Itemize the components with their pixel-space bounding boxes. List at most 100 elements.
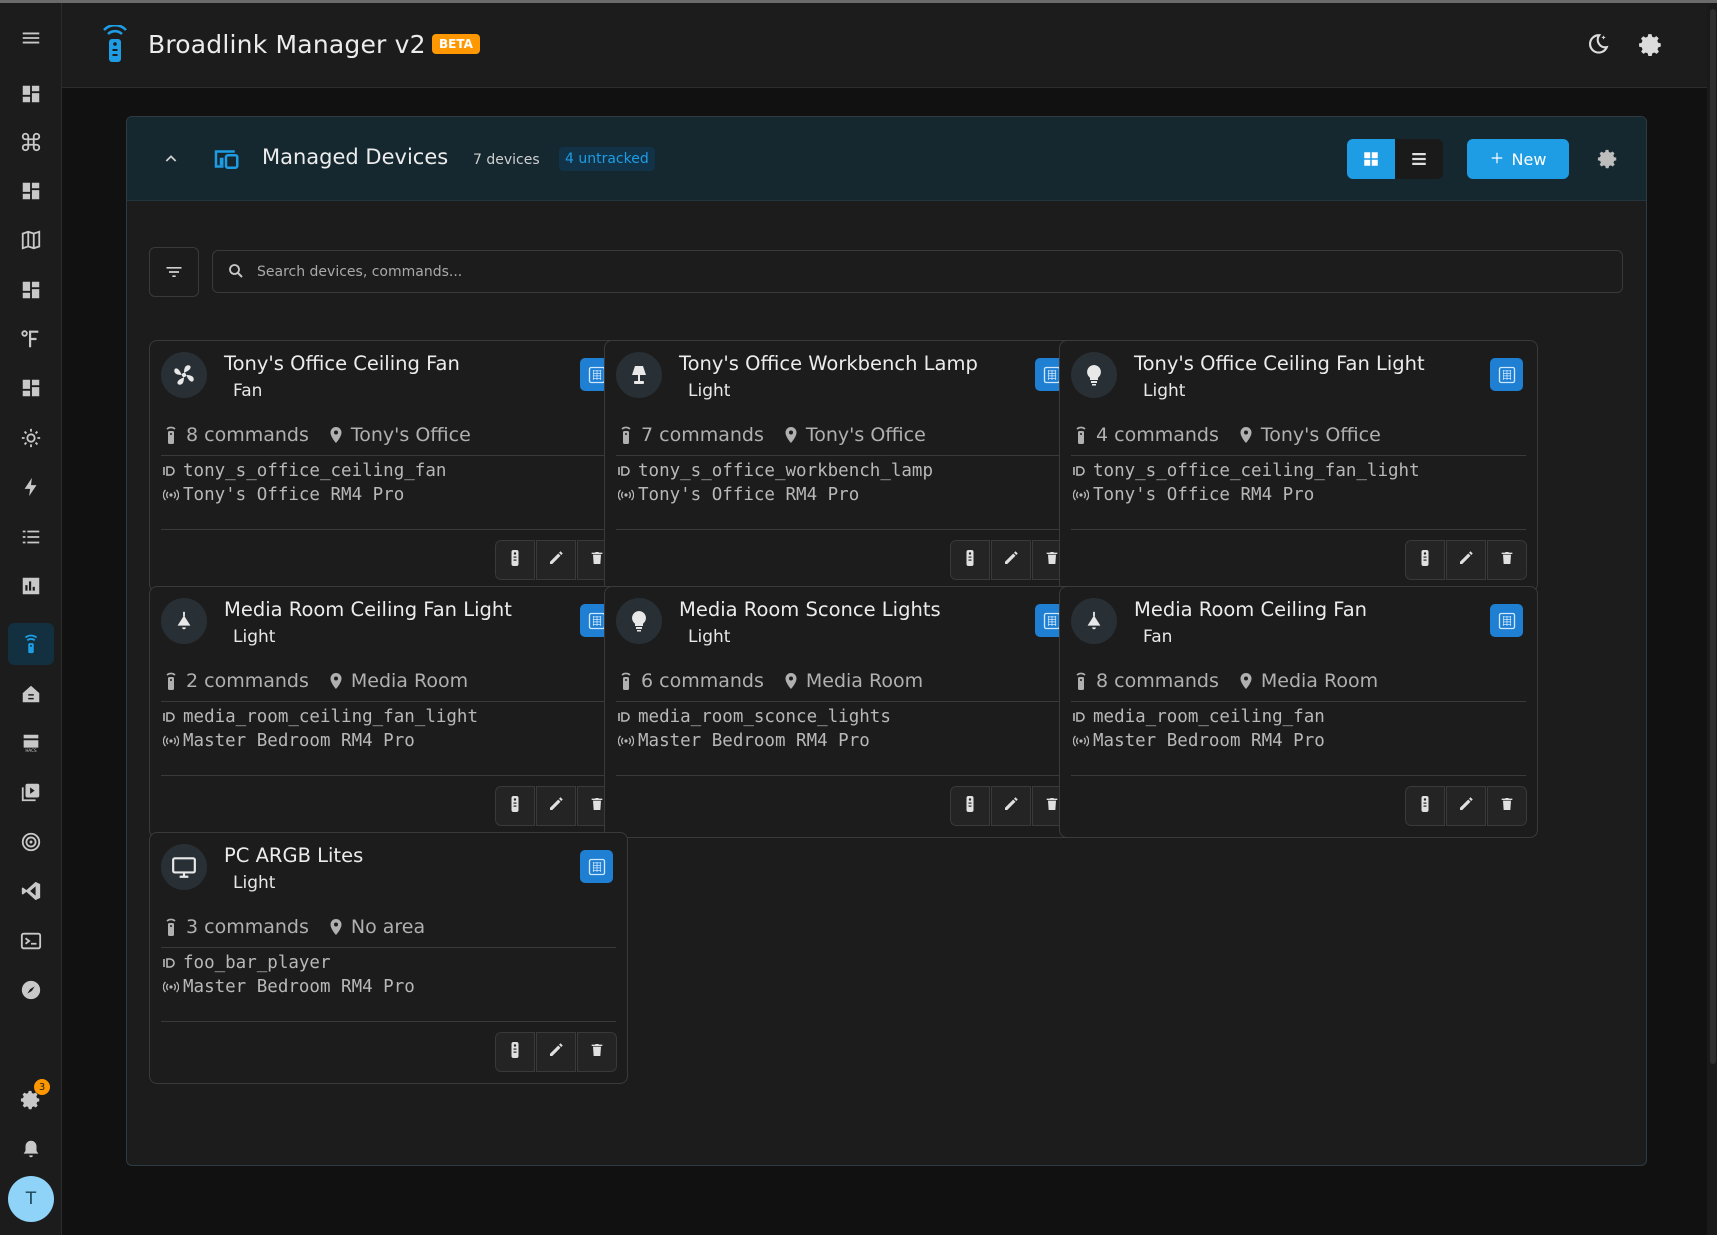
settings-icon[interactable]: 3 bbox=[8, 1079, 54, 1121]
avatar[interactable]: T bbox=[8, 1176, 54, 1222]
media-icon[interactable] bbox=[8, 771, 54, 813]
house-icon[interactable] bbox=[8, 673, 54, 715]
area-name: Media Room bbox=[805, 670, 924, 692]
command-icon[interactable] bbox=[8, 121, 54, 163]
device-meta: 8 commands Tony's Office bbox=[164, 424, 471, 446]
device-count: 7 devices bbox=[473, 152, 540, 168]
card-actions bbox=[495, 786, 617, 826]
vscode-icon[interactable] bbox=[8, 870, 54, 912]
device-card[interactable]: Media Room Sconce Lights Light 6 commands M… bbox=[604, 586, 1083, 838]
device-name[interactable]: Tony's Office Workbench Lamp bbox=[679, 352, 978, 375]
map-pin-icon bbox=[329, 426, 343, 444]
edit-button[interactable] bbox=[1446, 540, 1486, 580]
compass-icon[interactable] bbox=[8, 969, 54, 1011]
map-pin-icon bbox=[1239, 426, 1253, 444]
remote-commands-button[interactable] bbox=[495, 786, 535, 826]
scrollbar-thumb[interactable] bbox=[1710, 9, 1716, 1064]
chevron-up-icon[interactable] bbox=[157, 145, 185, 173]
app-window: HACS 3 T Broadlink Manager v2 BETA Manag… bbox=[0, 0, 1717, 1235]
device-name[interactable]: Media Room Ceiling Fan bbox=[1134, 598, 1367, 621]
fahrenheit-icon[interactable] bbox=[8, 318, 54, 360]
remote-commands-button[interactable] bbox=[495, 1032, 535, 1072]
device-card[interactable]: PC ARGB Lites Light 3 commands No area foo_b… bbox=[149, 832, 628, 1084]
remote-commands-button[interactable] bbox=[1405, 540, 1445, 580]
entity-id: tony_s_office_workbench_lamp bbox=[638, 461, 934, 481]
tracked-status-icon[interactable] bbox=[580, 850, 613, 883]
device-card[interactable]: Tony's Office Ceiling Fan Light Light 4 co… bbox=[1059, 340, 1538, 592]
list-view-button[interactable] bbox=[1395, 139, 1443, 179]
area-name: No area bbox=[350, 916, 426, 938]
device-name[interactable]: Tony's Office Ceiling Fan Light bbox=[1134, 352, 1425, 375]
device-card[interactable]: Media Room Ceiling Fan Light Light 2 comma… bbox=[149, 586, 628, 838]
tracked-status-icon[interactable] bbox=[1490, 358, 1523, 391]
beta-badge: BETA bbox=[432, 34, 480, 54]
untracked-badge[interactable]: 4 untracked bbox=[559, 147, 655, 171]
delete-button[interactable] bbox=[577, 1032, 617, 1072]
grid-view-button[interactable] bbox=[1347, 139, 1395, 179]
map-icon[interactable] bbox=[8, 219, 54, 261]
menu-icon[interactable] bbox=[8, 17, 54, 59]
edit-button[interactable] bbox=[991, 786, 1031, 826]
remote-commands-button[interactable] bbox=[950, 786, 990, 826]
dashboard-icon[interactable] bbox=[8, 73, 54, 115]
terminal-icon[interactable] bbox=[8, 920, 54, 962]
divider bbox=[616, 529, 1071, 530]
edit-button[interactable] bbox=[536, 786, 576, 826]
list-icon[interactable] bbox=[8, 516, 54, 558]
device-name[interactable]: Media Room Ceiling Fan Light bbox=[224, 598, 512, 621]
settings-icon[interactable] bbox=[1635, 29, 1667, 61]
device-meta: 2 commands Media Room bbox=[164, 670, 468, 692]
card-actions bbox=[950, 540, 1072, 580]
divider bbox=[1071, 455, 1526, 456]
dashboard-icon[interactable] bbox=[8, 170, 54, 212]
bell-icon[interactable] bbox=[8, 1128, 54, 1170]
device-name[interactable]: PC ARGB Lites bbox=[224, 844, 363, 867]
dashboard-icon[interactable] bbox=[8, 269, 54, 311]
entity-id-row: tony_s_office_ceiling_fan bbox=[163, 461, 446, 481]
edit-button[interactable] bbox=[536, 1032, 576, 1072]
edit-button[interactable] bbox=[1446, 786, 1486, 826]
theme-toggle-moon-icon[interactable] bbox=[1581, 29, 1613, 61]
device-name[interactable]: Tony's Office Ceiling Fan bbox=[224, 352, 460, 375]
lightning-icon[interactable] bbox=[8, 466, 54, 508]
divider bbox=[161, 701, 616, 702]
remote-icon bbox=[1074, 425, 1088, 445]
filter-button[interactable] bbox=[149, 247, 199, 297]
remote-row: Master Bedroom RM4 Pro bbox=[163, 731, 415, 751]
device-card[interactable]: Tony's Office Workbench Lamp Light 7 comma… bbox=[604, 340, 1083, 592]
entity-id-row: media_room_ceiling_fan bbox=[1073, 707, 1325, 727]
panel-settings-icon[interactable] bbox=[1594, 145, 1622, 173]
entity-id: media_room_ceiling_fan bbox=[1093, 707, 1325, 727]
delete-button[interactable] bbox=[1487, 786, 1527, 826]
radar-icon[interactable] bbox=[8, 821, 54, 863]
new-device-button[interactable]: New bbox=[1467, 139, 1569, 179]
lightbulb-icon bbox=[1071, 352, 1117, 398]
sun-icon[interactable] bbox=[8, 417, 54, 459]
entity-id: tony_s_office_ceiling_fan_light bbox=[1093, 461, 1420, 481]
broadcast-icon bbox=[163, 981, 183, 993]
entity-id-row: tony_s_office_ceiling_fan_light bbox=[1073, 461, 1420, 481]
bar-chart-icon[interactable] bbox=[8, 565, 54, 607]
remote-commands-button[interactable] bbox=[1405, 786, 1445, 826]
scrollbar[interactable] bbox=[1707, 3, 1717, 1235]
remote-commands-button[interactable] bbox=[950, 540, 990, 580]
edit-button[interactable] bbox=[991, 540, 1031, 580]
remote-icon bbox=[507, 795, 523, 817]
dashboard-icon[interactable] bbox=[8, 367, 54, 409]
search-input[interactable] bbox=[257, 251, 1607, 292]
remote-icon[interactable] bbox=[8, 623, 54, 665]
divider bbox=[1071, 775, 1526, 776]
fan-icon bbox=[161, 352, 207, 398]
remote-commands-button[interactable] bbox=[495, 540, 535, 580]
device-type: Light bbox=[1143, 381, 1186, 401]
edit-button[interactable] bbox=[536, 540, 576, 580]
device-card[interactable]: Media Room Ceiling Fan Fan 8 commands Media… bbox=[1059, 586, 1538, 838]
device-name[interactable]: Media Room Sconce Lights bbox=[679, 598, 941, 621]
lightbulb-icon bbox=[616, 598, 662, 644]
delete-button[interactable] bbox=[1487, 540, 1527, 580]
broadcast-icon bbox=[163, 735, 183, 747]
hacs-icon[interactable]: HACS bbox=[8, 722, 54, 764]
device-card[interactable]: Tony's Office Ceiling Fan Fan 8 commands To… bbox=[149, 340, 628, 592]
tracked-status-icon[interactable] bbox=[1490, 604, 1523, 637]
device-meta: 7 commands Tony's Office bbox=[619, 424, 926, 446]
